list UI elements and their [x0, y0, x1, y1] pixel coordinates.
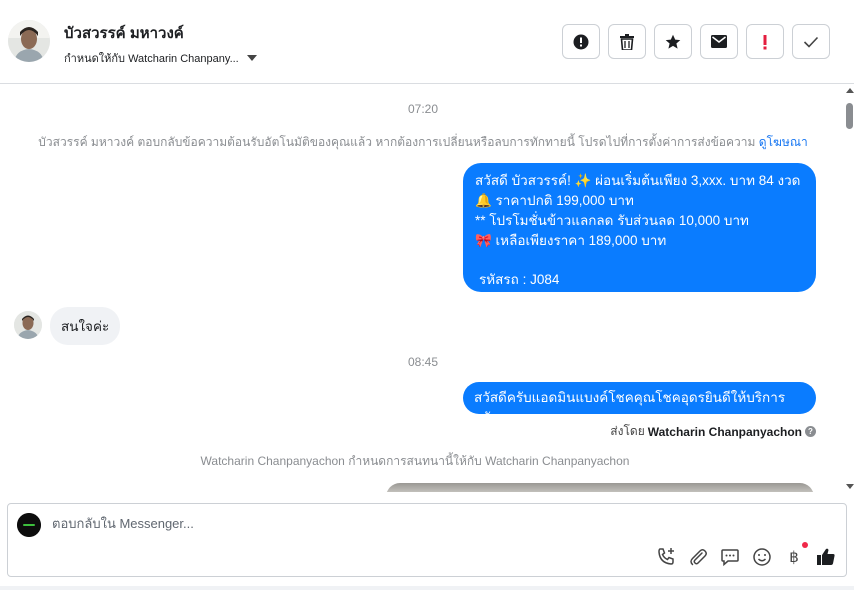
message-line: สวัสดี บัวสวรรค์! ✨ ผ่อนเริ่มต้นเพียง 3,…: [475, 173, 801, 188]
emoji-icon: [753, 548, 771, 566]
scroll-up-arrow-icon[interactable]: [846, 88, 854, 93]
scroll-down-arrow-icon[interactable]: [846, 484, 854, 489]
like-button[interactable]: [816, 547, 836, 567]
composer-tools: ฿: [656, 542, 836, 567]
timestamp: 07:20: [407, 102, 439, 116]
customer-avatar[interactable]: [14, 311, 42, 339]
action-toolbar: [562, 24, 830, 59]
star-icon: [665, 34, 681, 49]
message-line: 🎀 เหลือเพียงราคา 189,000 บาท: [475, 233, 667, 248]
trash-icon: [620, 33, 634, 50]
contact-name: บัวสวรรค์ มหาวงค์: [64, 25, 184, 42]
reply-input[interactable]: [52, 516, 652, 531]
attach-button[interactable]: [688, 547, 708, 567]
message-line: 🔔 ราคาปกติ 199,000 บาท: [475, 193, 634, 208]
mark-spam-button[interactable]: [562, 24, 600, 59]
thumbs-up-icon: [817, 548, 835, 565]
view-ad-link[interactable]: ดูโฆษณา: [759, 135, 808, 149]
call-add-icon: [658, 548, 674, 565]
svg-text:฿: ฿: [789, 548, 799, 566]
assignee-dropdown[interactable]: กำหนดให้กับ Watcharin Chanpany...: [64, 49, 257, 67]
conversation-header: บัวสวรรค์ มหาวงค์ กำหนดให้กับ Watcharin …: [0, 0, 854, 84]
outgoing-message-promo[interactable]: สวัสดี บัวสวรรค์! ✨ ผ่อนเริ่มต้นเพียง 3,…: [463, 163, 816, 292]
message-composer: ฿: [7, 503, 847, 577]
message-line: ** โปรโมชั่นข้าวแลกลด รับส่วนลด 10,000 บ…: [475, 213, 749, 228]
exclamation-icon: [763, 34, 767, 49]
mark-unread-button[interactable]: [700, 24, 738, 59]
scrollbar-thumb[interactable]: [846, 103, 853, 129]
payment-button[interactable]: ฿: [784, 542, 808, 567]
auto-reply-notice: บัวสวรรค์ มหาวงค์ ตอบกลับข้อความต้อนรับอ…: [0, 133, 842, 152]
page-avatar: [17, 513, 41, 537]
notification-dot: [802, 542, 808, 548]
sender-name: Watcharin Chanpanyachon: [647, 424, 802, 439]
message-line: รหัสรถ : J084: [479, 272, 560, 287]
sent-by-prefix: ส่งโดย: [610, 424, 645, 438]
sent-by-info: ส่งโดย Watcharin Chanpanyachon ?: [610, 422, 816, 441]
delete-button[interactable]: [608, 24, 646, 59]
outgoing-message-greeting[interactable]: สวัสดีครับแอดมินแบงค์โชคคุณโชคอุดรยินดีใ…: [463, 382, 816, 425]
assignment-notice: Watcharin Chanpanyachon กำหนดการสนทนานี้…: [200, 454, 630, 468]
timestamp: 08:45: [407, 355, 439, 369]
help-icon[interactable]: ?: [805, 426, 816, 437]
envelope-icon: [711, 35, 727, 48]
star-button[interactable]: [654, 24, 692, 59]
follow-up-button[interactable]: [746, 24, 784, 59]
paperclip-icon: [690, 549, 707, 566]
call-button[interactable]: [656, 547, 676, 567]
emoji-button[interactable]: [752, 547, 772, 567]
caret-down-icon: [246, 55, 257, 61]
assignee-label: กำหนดให้กับ Watcharin Chanpany...: [64, 53, 239, 65]
baht-icon: ฿: [789, 548, 799, 566]
chat-bubble-icon: [721, 549, 739, 567]
auto-reply-text: บัวสวรรค์ มหาวงค์ ตอบกลับข้อความต้อนรับอ…: [38, 135, 756, 149]
saved-replies-button[interactable]: [720, 547, 740, 567]
alert-circle-icon: [573, 34, 589, 49]
checkmark-icon: [803, 36, 819, 48]
message-thread: 07:20 บัวสวรรค์ มหาวงค์ ตอบกลับข้อความต้…: [0, 85, 842, 492]
contact-avatar[interactable]: [8, 20, 50, 62]
incoming-message[interactable]: สนใจค่ะ: [50, 307, 121, 345]
thread-scrollbar[interactable]: [845, 85, 854, 492]
bottom-divider: [0, 586, 854, 590]
mark-done-button[interactable]: [792, 24, 830, 59]
image-attachment[interactable]: [386, 483, 814, 492]
